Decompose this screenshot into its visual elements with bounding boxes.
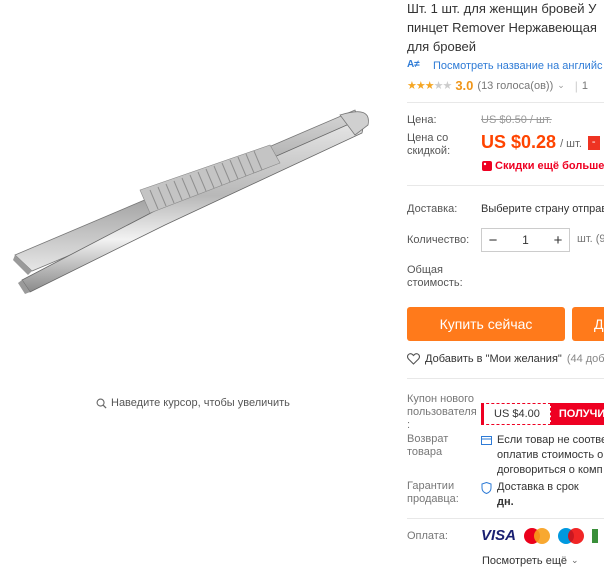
discount-price-label: Цена со скидкой: — [407, 132, 481, 158]
guarantee-text: Доставка в срок дн. — [497, 480, 579, 510]
guarantee-info: Доставка в срок дн. — [481, 480, 579, 510]
buy-now-button[interactable]: Купить сейчас — [407, 307, 565, 341]
zoom-hint: Наведите курсор, чтобы увеличить — [96, 397, 290, 409]
quantity-unit: шт. (9 — [577, 233, 604, 245]
total-label-line: Общая — [407, 264, 443, 276]
wishlist-text[interactable]: Добавить в "Мои желания" — [425, 353, 562, 365]
divider — [407, 185, 604, 186]
coupon-label: Купон нового пользователя : — [407, 393, 481, 432]
discount-price-label-line: Цена со — [407, 132, 449, 144]
coupon-label-line: : — [407, 419, 411, 431]
shield-icon — [481, 482, 492, 494]
returns-label: Возврат товара — [407, 433, 481, 478]
separator: | — [574, 78, 578, 93]
chevron-down-icon[interactable]: ⌄ — [571, 555, 579, 567]
returns-line: оплатив стоимость о — [497, 449, 604, 461]
quantity-label: Количество: — [407, 234, 470, 246]
promo-link[interactable]: Скидки ещё больше в — [482, 160, 604, 172]
quantity-minus-button[interactable]: − — [482, 232, 504, 249]
mastercard-icon — [524, 527, 551, 544]
divider — [407, 518, 604, 519]
delivery-label: Доставка: — [407, 203, 458, 215]
rating-row: ★★★★★ 3.0 (13 голоса(ов)) ⌄ | 1 — [407, 78, 588, 93]
guarantee-line: дн. — [497, 496, 514, 508]
guarantee-label-line: продавца: — [407, 493, 459, 505]
old-price-row: Цена: US $0.50 / шт. — [407, 114, 552, 127]
coupon-label-line: пользователя — [407, 406, 477, 418]
tag-icon — [482, 161, 492, 171]
payment-label: Оплата: — [407, 530, 448, 542]
returns-info: Если товар не соотве оплатив стоимость о… — [481, 433, 604, 478]
get-coupon-button[interactable]: ПОЛУЧИ — [550, 402, 604, 425]
zoom-hint-text: Наведите курсор, чтобы увеличить — [111, 397, 290, 409]
title-line: Шт. 1 шт. для женщин бровей У — [407, 1, 597, 16]
coupon-amount: US $4.00 — [481, 402, 551, 425]
quantity-input[interactable]: 1 — [504, 233, 547, 247]
orders-count: 1 — [581, 79, 589, 92]
coupon[interactable]: US $4.00 ПОЛУЧИ — [481, 395, 604, 432]
translate-link-text[interactable]: Посмотреть название на английс — [433, 60, 602, 72]
old-price: US $0.50 / шт. — [481, 114, 552, 126]
payment-more-icon — [592, 528, 599, 543]
divider — [407, 102, 604, 103]
price-row: Цена со скидкой: US $0.28 / шт. - — [407, 132, 600, 158]
chevron-down-icon[interactable]: ⌄ — [557, 80, 565, 91]
coupon-label-line: Купон нового — [407, 393, 475, 405]
votes-count[interactable]: (13 голоса(ов)) — [477, 80, 553, 92]
magnifier-icon — [96, 398, 107, 409]
maestro-icon — [558, 527, 585, 544]
guarantee-label-line: Гарантии — [407, 480, 455, 492]
price-unit: / шт. — [560, 138, 582, 150]
returns-line: договориться о комп — [497, 464, 603, 476]
promo-text[interactable]: Скидки ещё больше в — [495, 160, 604, 172]
product-gallery: Наведите курсор, чтобы увеличить — [0, 0, 394, 574]
translate-icon: A≠ — [407, 59, 420, 70]
heart-icon — [407, 353, 420, 365]
returns-label-line: Возврат — [407, 433, 449, 445]
quantity-plus-button[interactable]: + — [547, 232, 569, 249]
returns-label-line: товара — [407, 446, 443, 458]
price-label: Цена: — [407, 114, 437, 126]
delivery-country-select[interactable]: Выберите страну отправ — [481, 203, 604, 216]
guarantee-label: Гарантии продавца: — [407, 480, 481, 510]
returns-text: Если товар не соотве оплатив стоимость о… — [497, 433, 604, 478]
star-rating-icon: ★★★★★ — [407, 80, 452, 92]
returns-icon — [481, 436, 492, 445]
product-info: Шт. 1 шт. для женщин бровей У пинцет Rem… — [407, 0, 604, 574]
see-more-payment[interactable]: Посмотреть ещё ⌄ — [482, 555, 579, 567]
returns-line: Если товар не соотве — [497, 434, 604, 446]
total-label-line: стоимость: — [407, 277, 463, 289]
product-title: Шт. 1 шт. для женщин бровей У пинцет Rem… — [407, 0, 604, 57]
delivery-row: Доставка: Выберите страну отправ — [407, 203, 604, 216]
add-to-cart-button[interactable]: Д — [572, 307, 604, 341]
returns-row: Возврат товара Если товар не соотве опла… — [407, 433, 604, 478]
total-row: Общая стоимость: — [407, 264, 481, 290]
discount-badge: - — [587, 136, 600, 150]
guarantee-line: Доставка в срок — [497, 481, 579, 493]
tweezers-image[interactable] — [10, 95, 375, 295]
title-line: для бровей — [407, 39, 476, 54]
payment-row: Оплата: VISA — [407, 527, 599, 544]
total-label: Общая стоимость: — [407, 264, 481, 290]
see-more-link[interactable]: Посмотреть ещё — [482, 555, 567, 567]
wishlist-link[interactable]: Добавить в "Мои желания" (44 доба — [407, 353, 604, 365]
current-price: US $0.28 — [481, 132, 557, 152]
guarantee-row: Гарантии продавца: Доставка в срок дн. — [407, 480, 579, 510]
divider — [407, 378, 604, 379]
visa-icon: VISA — [481, 527, 517, 544]
wishlist-count: (44 доба — [566, 353, 604, 365]
translate-link[interactable]: A≠ Посмотреть название на английс — [407, 59, 602, 73]
title-line: пинцет Remover Нержавеющая — [407, 20, 597, 35]
discount-price-label-line: скидкой: — [407, 145, 451, 157]
coupon-row: Купон нового пользователя : US $4.00 ПОЛ… — [407, 393, 604, 432]
quantity-stepper: − 1 + — [481, 228, 570, 252]
rating-value: 3.0 — [455, 78, 474, 93]
promo-row[interactable]: Скидки ещё больше в — [482, 160, 604, 172]
payment-methods: VISA — [481, 527, 599, 544]
quantity-row: Количество: − 1 + шт. (9 — [407, 228, 604, 252]
